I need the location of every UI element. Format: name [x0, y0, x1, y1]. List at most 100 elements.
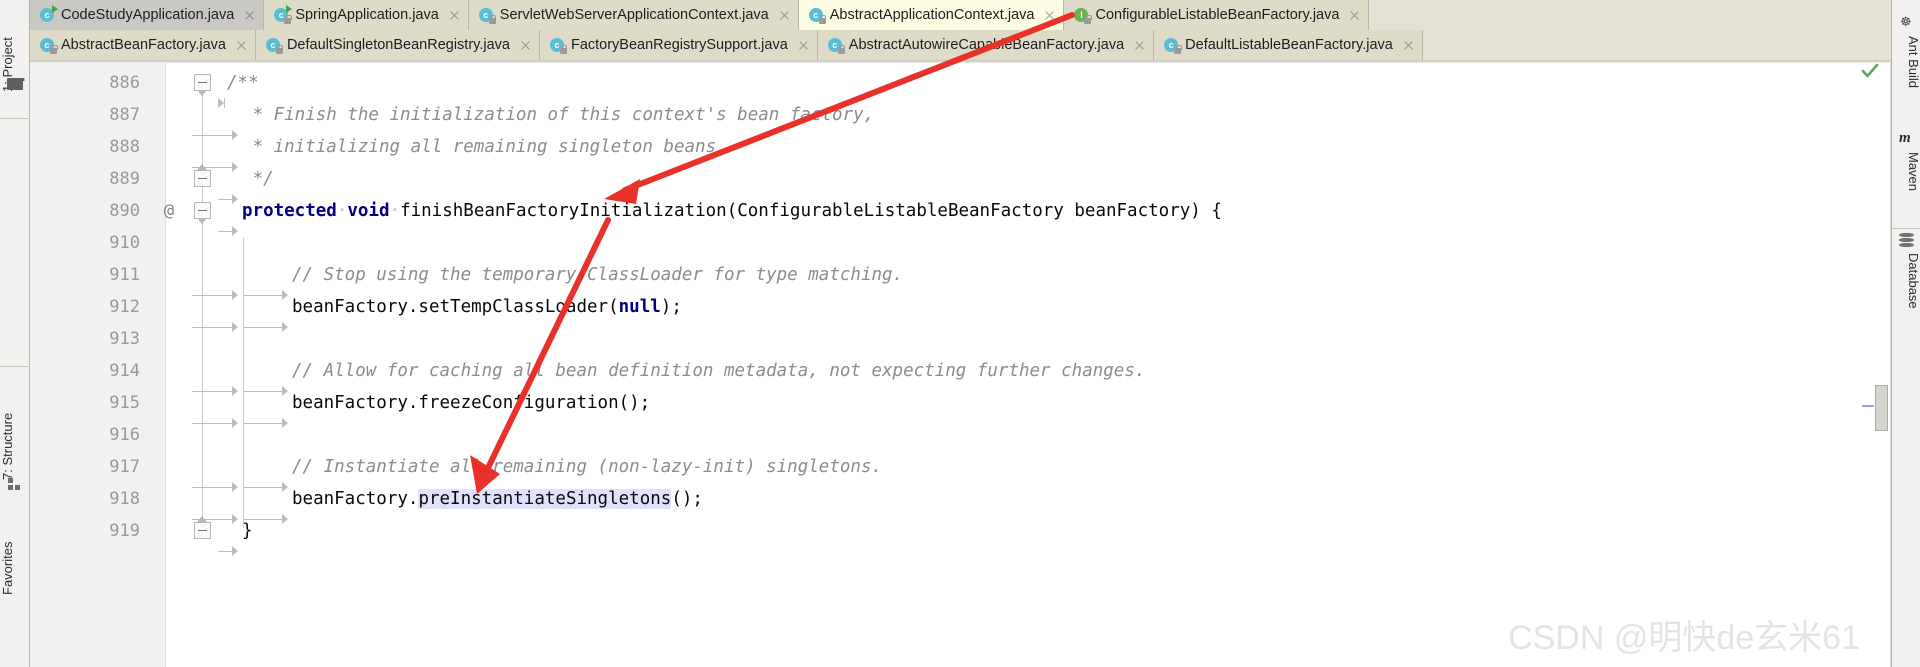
- close-icon[interactable]: [1402, 39, 1415, 52]
- close-icon[interactable]: [235, 39, 248, 52]
- editor-tab-codestudyapplication[interactable]: c CodeStudyApplication.java: [30, 0, 265, 30]
- close-icon[interactable]: [797, 39, 810, 52]
- editor-tab-defaultsingletonbeanregistry[interactable]: c DefaultSingletonBeanRegistry.java: [255, 30, 540, 60]
- code-line-row[interactable]: 888 * initializing all remaining singlet…: [30, 131, 1861, 172]
- class-icon: c: [549, 37, 568, 54]
- annotation-marker[interactable]: @: [158, 195, 180, 227]
- selected-identifier: preInstantiateSingletons: [418, 489, 672, 509]
- code-line-row[interactable]: 918 beanFactory.preInstantiateSingletons…: [30, 483, 1861, 524]
- left-tool-window-bar: 1: Project 7: Structure Favorites: [0, 0, 30, 667]
- editor-tab-configurablelistablebeanfactory[interactable]: I ConfigurableListableBeanFactory.java: [1064, 0, 1370, 30]
- code-text: // Stop using the temporary ClassLoader …: [192, 265, 904, 300]
- sidebar-divider-2: [0, 366, 30, 367]
- sidebar-item-database[interactable]: Database: [1892, 253, 1920, 309]
- sidebar-item-database-label: Database: [1906, 253, 1920, 309]
- code-text: */: [218, 169, 274, 204]
- sidebar-item-structure[interactable]: 7: Structure: [0, 380, 30, 480]
- code-line-row[interactable]: 911 // Stop using the temporary ClassLoa…: [30, 259, 1861, 300]
- editor-tab-label: CodeStudyApplication.java: [61, 7, 235, 23]
- tabs-bottom-shadow: [30, 60, 1891, 63]
- editor-tab-defaultlistablebeanfactory[interactable]: c DefaultListableBeanFactory.java: [1154, 30, 1423, 60]
- class-icon: c: [1164, 37, 1182, 54]
- right-tool-window-bar: ☸ Ant Build m Maven Database: [1891, 0, 1920, 667]
- ide-window: 1: Project 7: Structure Favorites ☸ Ant …: [0, 0, 1920, 667]
- line-number: 917: [109, 457, 140, 477]
- code-text: * Finish the initialization of this cont…: [192, 105, 875, 140]
- editor-tab-label: DefaultListableBeanFactory.java: [1185, 37, 1393, 53]
- class-icon: c: [40, 37, 58, 54]
- sidebar-item-structure-label: 7: Structure: [0, 412, 15, 480]
- code-line-row[interactable]: 886 /**: [30, 67, 1861, 108]
- editor-tab-servletwebserverapplicationcontext[interactable]: c ServletWebServerApplicationContext.jav…: [468, 0, 799, 30]
- line-number: 915: [109, 393, 140, 413]
- code-line-row[interactable]: 914 // Allow for caching all bean defini…: [30, 355, 1861, 396]
- line-number: 918: [109, 489, 140, 509]
- class-run-icon: c: [40, 4, 58, 23]
- code-line-row[interactable]: 889 */: [30, 163, 1861, 204]
- line-number: 914: [109, 361, 140, 381]
- code-text: // Instantiate all remaining (non-lazy-i…: [192, 457, 883, 492]
- sidebar-item-maven-label: Maven: [1906, 152, 1920, 192]
- close-icon[interactable]: [778, 9, 791, 22]
- sidebar-item-ant-build[interactable]: Ant Build: [1892, 36, 1920, 88]
- code-line-row[interactable]: 910: [30, 227, 1861, 259]
- editor-tab-label: AbstractBeanFactory.java: [61, 37, 226, 53]
- class-icon: c: [478, 7, 497, 24]
- line-number: 911: [109, 265, 140, 285]
- close-icon[interactable]: [519, 39, 532, 52]
- code-line-row[interactable]: 917 // Instantiate all remaining (non-la…: [30, 451, 1861, 492]
- code-line-row[interactable]: 919 }: [30, 515, 1861, 556]
- code-text: * initializing all remaining singleton b…: [192, 137, 727, 172]
- close-icon[interactable]: [1133, 39, 1146, 52]
- class-icon: c: [827, 37, 846, 54]
- editor-tab-abstractapplicationcontext[interactable]: c AbstractApplicationContext.java: [798, 0, 1065, 30]
- editor-tab-label: ServletWebServerApplicationContext.java: [499, 7, 769, 23]
- sidebar-item-maven[interactable]: Maven: [1892, 152, 1920, 191]
- code-line-row[interactable]: 912 beanFactory.setTempClassLoader(null)…: [30, 291, 1861, 332]
- editor-tab-abstractbeanfactory[interactable]: c AbstractBeanFactory.java: [30, 30, 256, 60]
- code-line-row[interactable]: 915 beanFactory.freezeConfiguration();: [30, 387, 1861, 428]
- code-text: beanFactory.freezeConfiguration();: [192, 393, 651, 428]
- close-icon[interactable]: [243, 9, 256, 22]
- class-icon: c: [808, 7, 827, 24]
- editor-tab-factorybeanregistrysupport[interactable]: c FactoryBeanRegistrySupport.java: [539, 30, 818, 60]
- fold-marker[interactable]: [194, 74, 212, 96]
- fold-marker[interactable]: [194, 164, 212, 188]
- code-text: /**: [218, 73, 259, 108]
- class-icon: c: [265, 37, 284, 54]
- editor-tab-label: AbstractApplicationContext.java: [829, 7, 1035, 23]
- code-line-row[interactable]: 887 * Finish the initialization of this …: [30, 99, 1861, 140]
- line-number: 888: [109, 137, 140, 157]
- fold-marker[interactable]: [194, 202, 212, 224]
- close-icon[interactable]: [1348, 9, 1361, 22]
- interface-icon: I: [1074, 7, 1092, 24]
- editor-tab-springapplication[interactable]: c SpringApplication.java: [264, 0, 469, 30]
- sidebar-item-favorites[interactable]: Favorites: [0, 500, 30, 595]
- code-line-row[interactable]: 890 @ protected·void·finishBeanFactoryIn…: [30, 195, 1861, 236]
- code-editor[interactable]: 886 /** 887 * Finish the initialization …: [30, 63, 1861, 667]
- folder-icon[interactable]: [7, 78, 25, 90]
- fold-marker[interactable]: [194, 516, 212, 540]
- editor-tab-row-1: c CodeStudyApplication.java c SpringAppl…: [30, 0, 1891, 30]
- ant-icon: ☸: [1900, 14, 1912, 29]
- sidebar-divider-1: [0, 118, 30, 119]
- code-line-row[interactable]: 916: [30, 419, 1861, 451]
- editor-tab-label: SpringApplication.java: [295, 7, 439, 23]
- code-text: }: [218, 521, 253, 556]
- close-icon[interactable]: [448, 9, 461, 22]
- code-line-row[interactable]: 913: [30, 323, 1861, 355]
- code-text: // Allow for caching all bean definition…: [192, 361, 1146, 396]
- inspection-ok-check-icon[interactable]: [1861, 62, 1879, 80]
- editor-tabs: c CodeStudyApplication.java c SpringAppl…: [30, 0, 1891, 60]
- watermark: CSDN @明快de玄米61: [1508, 619, 1860, 657]
- line-number: 916: [109, 425, 140, 445]
- editor-tab-abstractautowirecapablebeanfactory[interactable]: c AbstractAutowireCapableBeanFactory.jav…: [817, 30, 1155, 60]
- right-sidebar-divider: [1892, 228, 1920, 229]
- close-icon[interactable]: [1043, 9, 1056, 22]
- code-text: beanFactory.preInstantiateSingletons();: [192, 489, 703, 524]
- editor-tab-label: ConfigurableListableBeanFactory.java: [1095, 7, 1340, 23]
- code-text: protected·void·finishBeanFactoryInitiali…: [218, 201, 1222, 236]
- line-number: 910: [109, 233, 140, 253]
- maven-icon: m: [1899, 130, 1911, 146]
- editor-scrollbar-thumb[interactable]: [1875, 385, 1888, 431]
